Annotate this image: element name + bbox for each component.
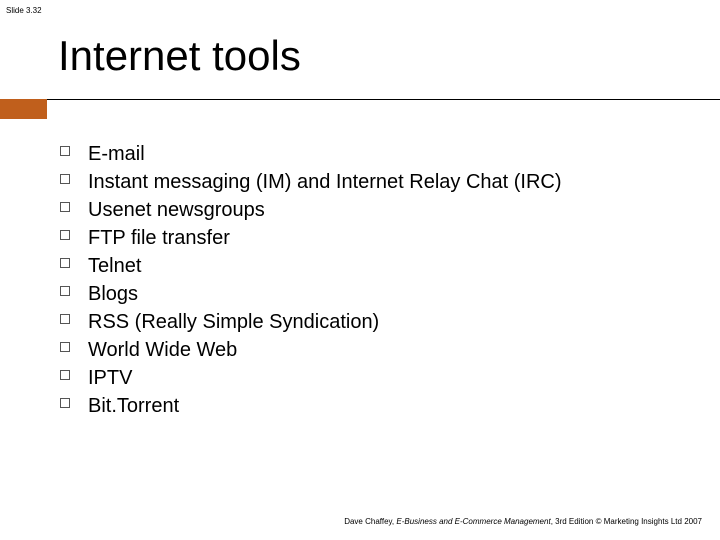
footer-book-title: E-Business and E-Commerce Management: [396, 517, 550, 526]
square-bullet-icon: [60, 202, 70, 212]
square-bullet-icon: [60, 314, 70, 324]
accent-bar: [0, 99, 47, 119]
list-item: Bit.Torrent: [60, 392, 690, 420]
list-item: Usenet newsgroups: [60, 196, 690, 224]
list-item: IPTV: [60, 364, 690, 392]
slide-number-label: Slide 3.32: [6, 6, 42, 15]
list-item: Instant messaging (IM) and Internet Rela…: [60, 168, 690, 196]
list-item-text: Telnet: [88, 255, 141, 277]
square-bullet-icon: [60, 258, 70, 268]
list-item-text: RSS (Really Simple Syndication): [88, 311, 379, 333]
slide-title: Internet tools: [58, 32, 301, 80]
footer-citation: Dave Chaffey, E-Business and E-Commerce …: [344, 517, 702, 526]
list-item: Blogs: [60, 280, 690, 308]
list-item-text: Blogs: [88, 283, 138, 305]
title-underline: [0, 99, 720, 100]
content-area: E-mail Instant messaging (IM) and Intern…: [60, 140, 690, 420]
square-bullet-icon: [60, 286, 70, 296]
list-item-text: E-mail: [88, 143, 145, 165]
list-item: Telnet: [60, 252, 690, 280]
square-bullet-icon: [60, 230, 70, 240]
square-bullet-icon: [60, 398, 70, 408]
square-bullet-icon: [60, 370, 70, 380]
list-item-text: World Wide Web: [88, 339, 237, 361]
list-item-text: Bit.Torrent: [88, 395, 179, 417]
footer-edition: , 3rd Edition © Marketing Insights Ltd 2…: [551, 517, 702, 526]
list-item: E-mail: [60, 140, 690, 168]
list-item-text: IPTV: [88, 367, 132, 389]
square-bullet-icon: [60, 174, 70, 184]
list-item: World Wide Web: [60, 336, 690, 364]
list-item: RSS (Really Simple Syndication): [60, 308, 690, 336]
list-item: FTP file transfer: [60, 224, 690, 252]
list-item-text: Usenet newsgroups: [88, 199, 265, 221]
square-bullet-icon: [60, 342, 70, 352]
square-bullet-icon: [60, 146, 70, 156]
bullet-list: E-mail Instant messaging (IM) and Intern…: [60, 140, 690, 420]
footer-author: Dave Chaffey,: [344, 517, 396, 526]
list-item-text: Instant messaging (IM) and Internet Rela…: [88, 171, 562, 193]
list-item-text: FTP file transfer: [88, 227, 230, 249]
